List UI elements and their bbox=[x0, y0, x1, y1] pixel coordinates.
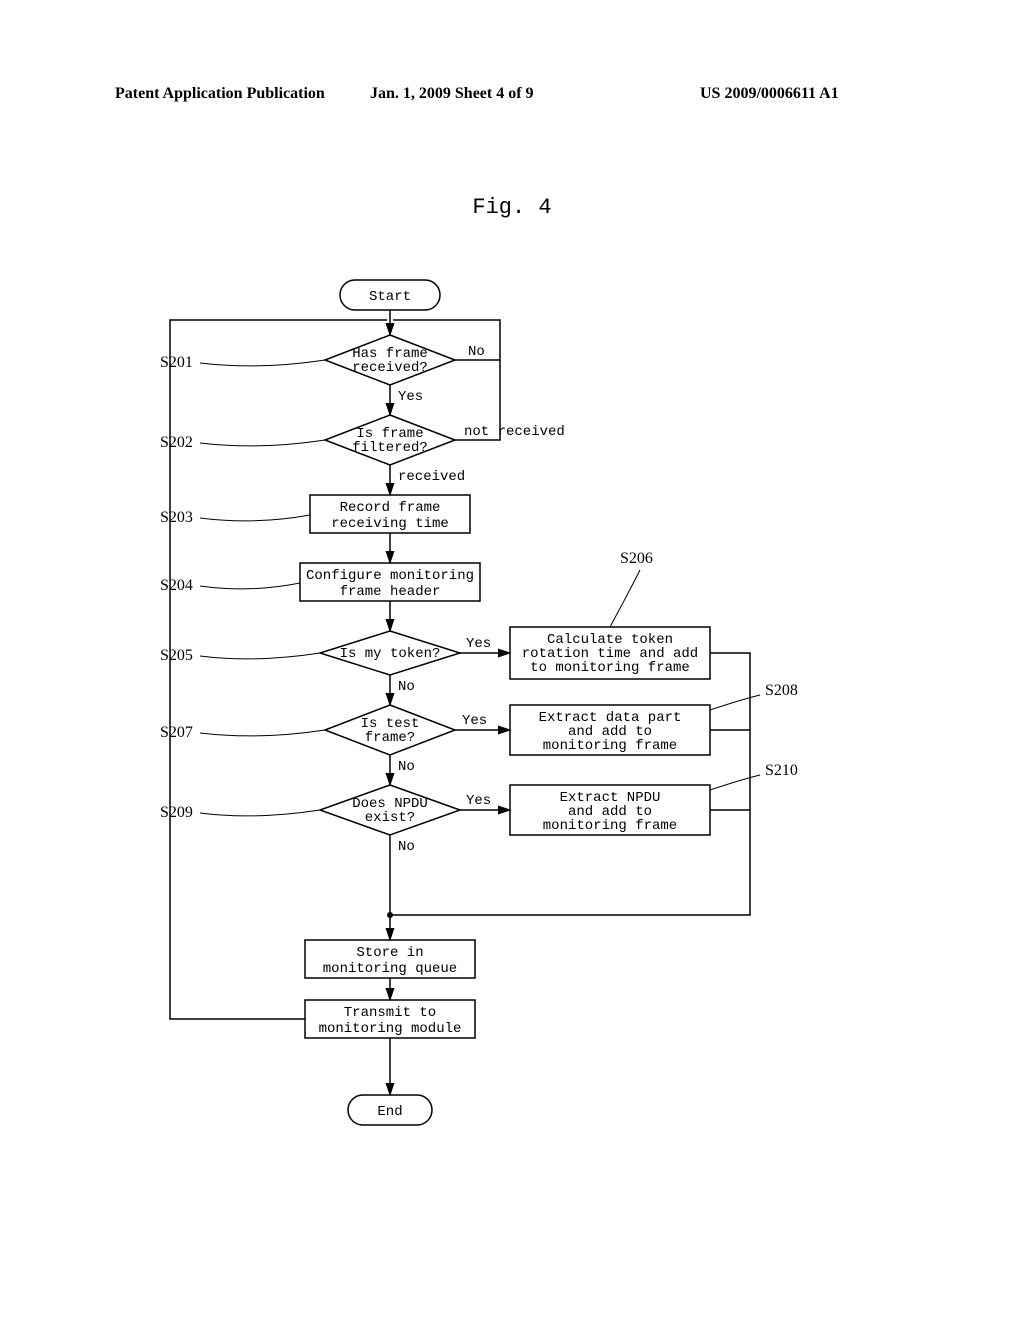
svg-text:No: No bbox=[398, 679, 415, 695]
svg-text:received: received bbox=[398, 469, 465, 485]
svg-text:No: No bbox=[468, 344, 485, 360]
svg-text:Yes: Yes bbox=[466, 793, 491, 809]
svg-text:monitoring module: monitoring module bbox=[319, 1021, 462, 1037]
decision-s207: Is test frame? bbox=[325, 705, 455, 755]
header-mid: Jan. 1, 2009 Sheet 4 of 9 bbox=[370, 85, 534, 103]
svg-text:monitoring frame: monitoring frame bbox=[543, 738, 677, 754]
svg-text:Configure monitoring: Configure monitoring bbox=[306, 568, 474, 584]
svg-text:frame?: frame? bbox=[365, 730, 415, 746]
header-right: US 2009/0006611 A1 bbox=[700, 85, 839, 103]
svg-text:monitoring frame: monitoring frame bbox=[543, 818, 677, 834]
process-s206: Calculate token rotation time and add to… bbox=[510, 627, 710, 679]
process-s208: Extract data part and add to monitoring … bbox=[510, 705, 710, 755]
svg-text:End: End bbox=[377, 1104, 402, 1120]
svg-text:monitoring queue: monitoring queue bbox=[323, 961, 457, 977]
ref-s204: S204 bbox=[160, 577, 193, 594]
ref-s205: S205 bbox=[160, 647, 193, 664]
svg-text:not received: not received bbox=[464, 424, 565, 440]
ref-s210: S210 bbox=[765, 762, 798, 779]
decision-s201: Has frame received? bbox=[325, 335, 455, 385]
svg-text:Store in: Store in bbox=[356, 945, 423, 961]
ref-s208: S208 bbox=[765, 682, 798, 699]
flowchart-diagram: Start Has frame received? S201 No Yes Is… bbox=[140, 275, 900, 1195]
ref-s203: S203 bbox=[160, 509, 193, 526]
process-transmit: Transmit to monitoring module bbox=[305, 1000, 475, 1038]
svg-text:filtered?: filtered? bbox=[352, 440, 428, 456]
decision-s209: Does NPDU exist? bbox=[320, 785, 460, 835]
process-s210: Extract NPDU and add to monitoring frame bbox=[510, 785, 710, 835]
svg-text:to monitoring frame: to monitoring frame bbox=[530, 660, 690, 676]
svg-text:received?: received? bbox=[352, 360, 428, 376]
ref-s202: S202 bbox=[160, 434, 193, 451]
end-node: End bbox=[348, 1095, 432, 1125]
process-s204: Configure monitoring frame header bbox=[300, 563, 480, 601]
svg-text:Yes: Yes bbox=[466, 636, 491, 652]
ref-s209: S209 bbox=[160, 804, 193, 821]
ref-s207: S207 bbox=[160, 724, 193, 741]
process-store: Store in monitoring queue bbox=[305, 940, 475, 978]
header-left: Patent Application Publication bbox=[115, 85, 325, 103]
start-node: Start bbox=[340, 280, 440, 310]
svg-text:frame header: frame header bbox=[340, 584, 441, 600]
ref-s201: S201 bbox=[160, 354, 193, 371]
svg-text:Start: Start bbox=[369, 289, 411, 305]
decision-s205: Is my token? bbox=[320, 631, 460, 675]
svg-text:No: No bbox=[398, 839, 415, 855]
svg-text:receiving time: receiving time bbox=[331, 516, 449, 532]
svg-text:Transmit to: Transmit to bbox=[344, 1005, 436, 1021]
figure-label: Fig. 4 bbox=[0, 195, 1024, 220]
svg-text:No: No bbox=[398, 759, 415, 775]
svg-text:Yes: Yes bbox=[462, 713, 487, 729]
svg-text:Is my token?: Is my token? bbox=[340, 646, 441, 662]
ref-s206: S206 bbox=[620, 550, 653, 567]
svg-text:Record frame: Record frame bbox=[340, 500, 441, 516]
svg-text:Yes: Yes bbox=[398, 389, 423, 405]
decision-s202: Is frame filtered? bbox=[325, 415, 455, 465]
svg-text:exist?: exist? bbox=[365, 810, 415, 826]
process-s203: Record frame receiving time bbox=[310, 495, 470, 533]
